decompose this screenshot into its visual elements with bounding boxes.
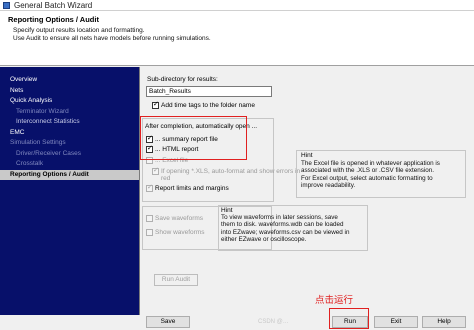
report-limits-label: Report limits and margins	[155, 185, 229, 192]
page-subtitle-line2: Use Audit to ensure all nets have models…	[13, 35, 211, 42]
wizard-sidebar: Overview Nets Quick Analysis Terminator …	[0, 67, 139, 315]
help-button[interactable]: Help	[422, 316, 466, 328]
save-button[interactable]: Save	[146, 316, 190, 328]
sidebar-item-interconnect-statistics[interactable]: Interconnect Statistics	[0, 117, 139, 127]
checkmark-icon: ✓	[153, 167, 159, 174]
subdir-input[interactable]: Batch_Results	[146, 86, 272, 97]
hint-excel-line: improve readability.	[301, 182, 356, 190]
hint-excel-line: For Excel output, select automatic forma…	[301, 174, 433, 182]
hint-excel-text: The Excel file is opened in whatever app…	[301, 160, 440, 190]
sidebar-item-quick-analysis[interactable]: Quick Analysis	[0, 96, 139, 106]
hint-excel-line: associated with the .XLS or .CSV file ex…	[301, 167, 435, 175]
auto-format-label-line1: If opening *.XLS, auto-format and show e…	[161, 168, 301, 175]
highlight-box-report-options	[140, 116, 247, 160]
hint-excel-title: Hint	[301, 152, 313, 159]
highlight-box-run	[329, 308, 369, 329]
sidebar-item-emc[interactable]: EMC	[0, 128, 139, 138]
app-icon	[3, 2, 10, 9]
hint-waveforms-line: To view waveforms in later sessions, sav…	[221, 214, 338, 221]
sidebar-item-reporting-options-audit[interactable]: Reporting Options / Audit	[0, 170, 139, 180]
hint-excel-line: The Excel file is opened in whatever app…	[301, 160, 440, 167]
sidebar-item-simulation-settings[interactable]: Simulation Settings	[0, 138, 139, 148]
watermark-text: CSDN @…	[258, 319, 289, 325]
report-limits-checkbox[interactable]: ✓	[146, 184, 153, 192]
auto-format-checkbox[interactable]: ✓	[152, 167, 159, 175]
hint-waveforms-title: Hint	[221, 207, 233, 214]
hint-waveforms-line: them to disk. waveforms.wdb can be loade…	[221, 221, 344, 229]
add-timetags-checkbox[interactable]: ✓	[152, 101, 159, 109]
wizard-header: Reporting Options / Audit Specify output…	[0, 11, 474, 66]
show-waveforms-label: Show waveforms	[155, 229, 205, 236]
add-timetags-label: Add time tags to the folder name	[161, 102, 255, 109]
sidebar-item-overview[interactable]: Overview	[0, 75, 139, 85]
sidebar-divider	[139, 67, 140, 315]
checkmark-icon: ✓	[153, 101, 159, 108]
sidebar-item-nets[interactable]: Nets	[0, 86, 139, 96]
exit-button[interactable]: Exit	[374, 316, 418, 328]
sidebar-item-crosstalk[interactable]: Crosstalk	[0, 159, 139, 169]
page-subtitle-line1: Specify output results location and form…	[13, 27, 145, 34]
hint-waveforms-text: To view waveforms in later sessions, sav…	[221, 214, 349, 244]
subdir-label: Sub-directory for results:	[147, 76, 218, 83]
save-waveforms-checkbox[interactable]	[146, 215, 153, 222]
window-title-bar: General Batch Wizard	[0, 0, 474, 11]
run-annotation-text: 点击运行	[315, 295, 354, 306]
save-waveforms-label: Save waveforms	[155, 215, 204, 222]
run-audit-button[interactable]: Run Audit	[154, 274, 198, 286]
hint-waveforms-line: either EZwave or oscilloscope.	[221, 236, 307, 244]
checkmark-icon: ✓	[147, 184, 153, 191]
sidebar-item-terminator-wizard[interactable]: Terminator Wizard	[0, 107, 139, 117]
sidebar-item-driver-receiver-cases[interactable]: Driver/Receiver Cases	[0, 149, 139, 159]
hint-waveforms-line: into EZwave; waveforms.csv can be viewed…	[221, 228, 350, 236]
show-waveforms-checkbox[interactable]	[146, 229, 153, 236]
window-title: General Batch Wizard	[14, 1, 93, 10]
auto-format-label-line2: red	[161, 175, 171, 182]
page-title: Reporting Options / Audit	[8, 15, 99, 24]
